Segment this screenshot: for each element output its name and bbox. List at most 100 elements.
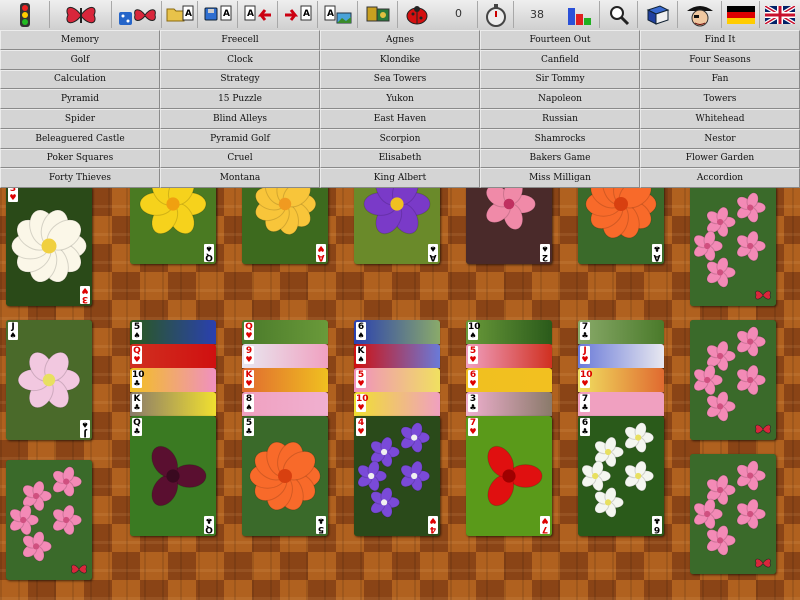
stock-card-back[interactable] [690, 188, 776, 306]
tableau-top-card[interactable]: 5 ♣ 5 ♣ [242, 416, 328, 536]
foundation-card[interactable]: A ♠ [354, 188, 440, 264]
menu-item-calculation[interactable]: Calculation [0, 69, 160, 90]
menu-item-russian[interactable]: Russian [480, 109, 640, 129]
menu-item-clock[interactable]: Clock [160, 49, 320, 70]
save-icon[interactable]: A [198, 1, 238, 28]
menu-item-pyramid-golf[interactable]: Pyramid Golf [160, 128, 320, 149]
menu-item-elisabeth[interactable]: Elisabeth [320, 148, 480, 169]
menu-item-nestor[interactable]: Nestor [640, 128, 800, 149]
reserve-card[interactable]: J ♠ J ♠ [6, 320, 92, 440]
menu-item-miss-milligan[interactable]: Miss Milligan [480, 168, 640, 188]
folder-image-icon[interactable]: A [318, 1, 358, 28]
stopwatch-icon[interactable] [478, 1, 514, 28]
timer-value: 38 [530, 8, 544, 21]
menu-item-fan[interactable]: Fan [640, 69, 800, 90]
menu-item-napoleon[interactable]: Napoleon [480, 89, 640, 109]
menu-item-king-albert[interactable]: King Albert [320, 168, 480, 188]
traffic-light-icon[interactable] [0, 1, 50, 28]
card-index: A ♠ [428, 244, 438, 262]
book-icon[interactable] [638, 1, 678, 28]
tableau-stacked-card[interactable]: 10 ♥ [578, 368, 664, 392]
foundation-card[interactable]: 2 ♠ [466, 188, 552, 264]
menu-item-bakers-game[interactable]: Bakers Game [480, 148, 640, 169]
tableau-stacked-card[interactable]: 5 ♥ [354, 368, 440, 392]
tableau-stacked-card[interactable]: 5 ♥ [466, 344, 552, 368]
svg-text:A: A [327, 9, 334, 19]
tableau-stacked-card[interactable]: 7 ♣ [578, 392, 664, 416]
magnifier-icon[interactable] [600, 1, 638, 28]
folder-open-icon[interactable]: A [162, 1, 198, 28]
menu-item-golf[interactable]: Golf [0, 49, 160, 70]
menu-item-poker-squares[interactable]: Poker Squares [0, 148, 160, 169]
menu-item-15-puzzle[interactable]: 15 Puzzle [160, 89, 320, 109]
tableau-stacked-card[interactable]: 6 ♠ [354, 320, 440, 344]
menu-item-blind-alleys[interactable]: Blind Alleys [160, 109, 320, 129]
menu-item-canfield[interactable]: Canfield [480, 49, 640, 70]
tableau-stacked-card[interactable]: 10 ♥ [354, 392, 440, 416]
menu-item-towers[interactable]: Towers [640, 89, 800, 109]
menu-item-east-haven[interactable]: East Haven [320, 109, 480, 129]
card-index: A ♥ [316, 244, 326, 262]
menu-item-freecell[interactable]: Freecell [160, 30, 320, 50]
menu-item-beleaguered-castle[interactable]: Beleaguered Castle [0, 128, 160, 149]
tableau-stacked-card[interactable]: Q ♥ [130, 344, 216, 368]
menu-item-agnes[interactable]: Agnes [320, 30, 480, 50]
tableau-top-card[interactable]: Q ♣ Q ♣ [130, 416, 216, 536]
menu-item-sea-towers[interactable]: Sea Towers [320, 69, 480, 90]
foundation-card[interactable]: Q ♠ [130, 188, 216, 264]
tableau-stacked-card[interactable]: K ♠ [354, 344, 440, 368]
pirate-icon[interactable] [678, 1, 722, 28]
menu-item-forty-thieves[interactable]: Forty Thieves [0, 168, 160, 188]
butterfly-icon[interactable] [50, 1, 112, 28]
tableau-stacked-card[interactable]: K ♥ [242, 368, 328, 392]
tableau-stacked-card[interactable]: 6 ♥ [466, 368, 552, 392]
menu-item-montana[interactable]: Montana [160, 168, 320, 188]
tableau-stacked-card[interactable]: 10 ♣ [130, 368, 216, 392]
tableau-stacked-card[interactable]: 5 ♠ [130, 320, 216, 344]
tableau-stacked-card[interactable]: J ♥ [578, 344, 664, 368]
card-index: Q ♥ [244, 322, 254, 340]
dice-butterfly-icon[interactable] [112, 1, 162, 28]
tableau-stacked-card[interactable]: 8 ♠ [242, 392, 328, 416]
menu-item-flower-garden[interactable]: Flower Garden [640, 148, 800, 169]
uk-flag-icon[interactable] [760, 1, 800, 28]
tableau-stacked-card[interactable]: Q ♥ [242, 320, 328, 344]
menu-item-accordion[interactable]: Accordion [640, 168, 800, 188]
reserve-card[interactable]: 3 ♥ 3 ♥ [6, 188, 92, 306]
tableau-stacked-card[interactable]: 9 ♥ [242, 344, 328, 368]
menu-item-fourteen-out[interactable]: Fourteen Out [480, 30, 640, 50]
stock-card-back[interactable] [690, 454, 776, 574]
undo-icon[interactable]: A [238, 1, 278, 28]
menu-item-scorpion[interactable]: Scorpion [320, 128, 480, 149]
menu-item-pyramid[interactable]: Pyramid [0, 89, 160, 109]
menu-item-memory[interactable]: Memory [0, 30, 160, 50]
tableau-top-card[interactable]: 4 ♥ 4 ♥ [354, 416, 440, 536]
bar-chart-icon[interactable] [560, 1, 600, 28]
tableau-stacked-card[interactable]: 3 ♣ [466, 392, 552, 416]
foundation-card[interactable]: A ♥ [242, 188, 328, 264]
menu-item-shamrocks[interactable]: Shamrocks [480, 128, 640, 149]
card-back[interactable] [6, 460, 92, 580]
menu-item-yukon[interactable]: Yukon [320, 89, 480, 109]
menu-item-whitehead[interactable]: Whitehead [640, 109, 800, 129]
tableau-top-card[interactable]: 7 ♥ 7 ♥ [466, 416, 552, 536]
menu-item-strategy[interactable]: Strategy [160, 69, 320, 90]
tableau-top-card[interactable]: 6 ♣ 6 ♣ [578, 416, 664, 536]
tableau-stacked-card[interactable]: 7 ♣ [578, 320, 664, 344]
menu-item-sir-tommy[interactable]: Sir Tommy [480, 69, 640, 90]
menu-item-four-seasons[interactable]: Four Seasons [640, 49, 800, 70]
menu-item-cruel[interactable]: Cruel [160, 148, 320, 169]
menu-item-find-it[interactable]: Find It [640, 30, 800, 50]
svg-text:A: A [185, 9, 192, 19]
stock-card-back[interactable] [690, 320, 776, 440]
ladybug-icon[interactable] [398, 1, 478, 28]
tableau-stacked-card[interactable]: 10 ♠ [466, 320, 552, 344]
card-index: 10 ♣ [132, 370, 145, 388]
german-flag-icon[interactable] [722, 1, 760, 28]
tableau-stacked-card[interactable]: K ♣ [130, 392, 216, 416]
card-back-icon[interactable] [358, 1, 398, 28]
foundation-card[interactable]: A ♣ [578, 188, 664, 264]
redo-icon[interactable]: A [278, 1, 318, 28]
menu-item-spider[interactable]: Spider [0, 109, 160, 129]
menu-item-klondike[interactable]: Klondike [320, 49, 480, 70]
